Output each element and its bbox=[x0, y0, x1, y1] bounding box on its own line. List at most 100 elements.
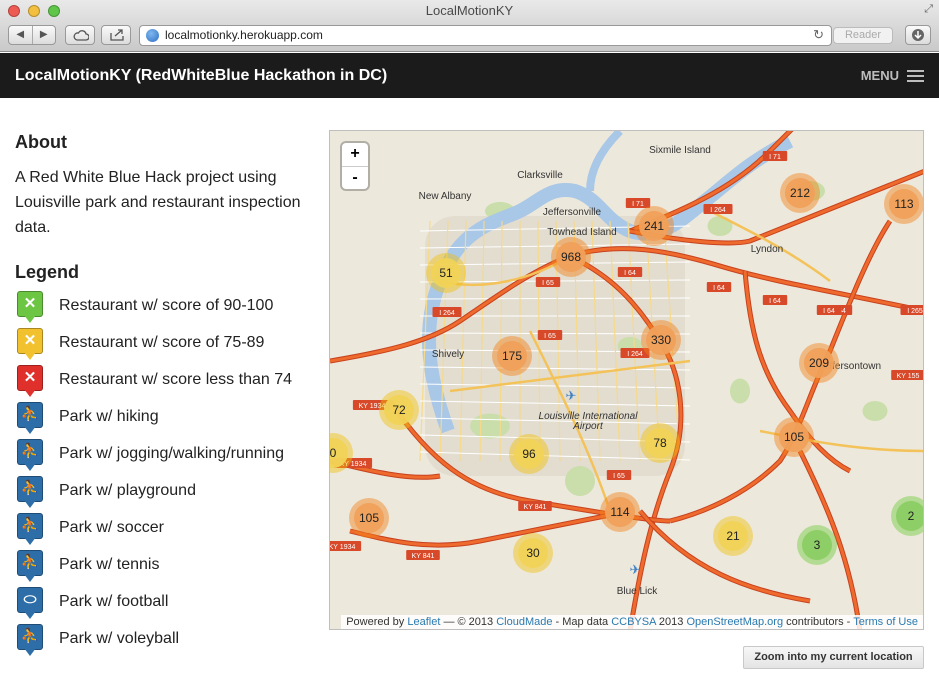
reader-button[interactable]: Reader bbox=[833, 27, 893, 44]
park-area bbox=[707, 216, 733, 236]
road-shield-label: I 65 bbox=[544, 333, 556, 340]
cluster-count: 0 bbox=[330, 446, 337, 460]
road-shield-label: I 264 bbox=[439, 310, 455, 317]
park-area bbox=[730, 378, 750, 404]
attribution-data: - Map data bbox=[555, 616, 609, 628]
cloudmade-link[interactable]: CloudMade bbox=[496, 616, 552, 628]
leaflet-link[interactable]: Leaflet bbox=[407, 616, 440, 628]
history-nav: ◀ ▶ bbox=[8, 25, 56, 45]
place-label: Jeffersonville bbox=[543, 207, 602, 218]
attribution-prefix: Powered by bbox=[346, 616, 405, 628]
legend-glyph: ✕ bbox=[23, 332, 37, 349]
zoom-in-button[interactable]: + bbox=[342, 143, 368, 166]
fullscreen-icon[interactable]: ⤢ bbox=[924, 3, 933, 16]
road-shield-label: I 264 bbox=[710, 207, 726, 214]
forward-button[interactable]: ▶ bbox=[31, 26, 56, 44]
cluster-count: 78 bbox=[653, 436, 667, 450]
ccbysa-link[interactable]: CCBYSA bbox=[611, 616, 656, 628]
cluster-count: 212 bbox=[790, 186, 810, 200]
cluster-count: 30 bbox=[526, 546, 540, 560]
legend-item: ✕ Restaurant w/ score less than 74 bbox=[15, 365, 315, 408]
app-title[interactable]: LocalMotionKY (RedWhiteBlue Hackathon in… bbox=[15, 53, 387, 98]
legend-list: ✕ Restaurant w/ score of 90-100 ✕ Restauran… bbox=[15, 291, 315, 667]
cluster-count: 105 bbox=[359, 511, 379, 525]
legend-label: Park w/ tennis bbox=[59, 556, 160, 573]
road-shield-label: I 264 bbox=[627, 351, 643, 358]
hiking-icon: ⛹ bbox=[15, 402, 45, 436]
jogging-icon: ⛹ bbox=[15, 439, 45, 473]
hamburger-icon bbox=[907, 69, 924, 82]
address-bar[interactable]: localmotionky.herokuapp.com ↻ bbox=[139, 25, 832, 46]
cluster-count: 21 bbox=[726, 529, 740, 543]
road-shield-label: KY 841 bbox=[412, 553, 435, 560]
restaurant-yellow-icon: ✕ bbox=[15, 328, 45, 362]
zoom-window-button[interactable] bbox=[48, 5, 60, 17]
legend-glyph: ⛹ bbox=[20, 628, 40, 645]
back-button[interactable]: ◀ bbox=[9, 26, 32, 44]
legend-label: Restaurant w/ score of 75-89 bbox=[59, 334, 265, 351]
about-heading: About bbox=[15, 132, 67, 152]
road-shield-label: KY 841 bbox=[524, 504, 547, 511]
cluster-count: 96 bbox=[522, 447, 536, 461]
cluster-count: 241 bbox=[644, 219, 664, 233]
minimize-window-button[interactable] bbox=[28, 5, 40, 17]
legend-item: ✕ Restaurant w/ score of 75-89 bbox=[15, 328, 315, 371]
legend-glyph: ⛹ bbox=[20, 443, 40, 460]
osm-link[interactable]: OpenStreetMap.org bbox=[686, 616, 783, 628]
restaurant-red-icon: ✕ bbox=[15, 365, 45, 399]
place-label: Towhead Island bbox=[547, 227, 617, 238]
attribution-year: 2013 bbox=[658, 616, 684, 628]
legend-item: ⛹ Park w/ jogging/walking/running bbox=[15, 439, 315, 482]
globe-icon bbox=[146, 29, 159, 42]
zoom-out-button[interactable]: - bbox=[342, 166, 368, 189]
cluster-count: 209 bbox=[809, 356, 829, 370]
cloud-icon bbox=[73, 30, 89, 41]
place-label: Shively bbox=[432, 349, 464, 360]
downloads-button[interactable] bbox=[905, 25, 931, 45]
download-icon bbox=[912, 29, 924, 41]
cluster-count: 2 bbox=[908, 509, 915, 523]
zoom-to-location-button[interactable]: Zoom into my current location bbox=[743, 646, 924, 669]
place-label: Clarksville bbox=[517, 170, 563, 181]
legend-item: ⬭ Park w/ football bbox=[15, 587, 315, 630]
cluster-count: 114 bbox=[610, 505, 629, 519]
road-shield-label: I 64 bbox=[823, 308, 835, 315]
close-window-button[interactable] bbox=[8, 5, 20, 17]
terms-link[interactable]: Terms of Use bbox=[853, 616, 918, 628]
football-icon: ⬭ bbox=[15, 587, 45, 621]
road-shield-label: I 65 bbox=[613, 473, 625, 480]
legend-glyph: ✕ bbox=[23, 295, 37, 312]
icloud-tabs-button[interactable] bbox=[65, 25, 95, 45]
cluster-count: 51 bbox=[439, 266, 453, 280]
playground-icon: ⛹ bbox=[15, 476, 45, 510]
menu-label: MENU bbox=[860, 68, 899, 83]
attribution-copyright: — © 2013 bbox=[443, 616, 494, 628]
volleyball-icon: ⛹ bbox=[15, 624, 45, 658]
legend-label: Park w/ soccer bbox=[59, 519, 164, 536]
browser-chrome: LocalMotionKY ⤢ ◀ ▶ localmotionky.heroku… bbox=[0, 0, 939, 52]
cluster-count: 72 bbox=[392, 403, 406, 417]
cluster-count: 330 bbox=[651, 333, 671, 347]
legend-label: Park w/ jogging/walking/running bbox=[59, 445, 285, 462]
reload-icon[interactable]: ↻ bbox=[813, 27, 824, 43]
place-label: Airport bbox=[572, 421, 604, 432]
cluster-count: 105 bbox=[784, 430, 804, 444]
map[interactable]: Sixmile Island Clarksville New Albany Jeffe… bbox=[329, 130, 924, 630]
cluster-count: 3 bbox=[814, 538, 821, 552]
road-shield-label: KY 155 bbox=[897, 373, 920, 380]
map-tiles[interactable]: Sixmile Island Clarksville New Albany Jeffe… bbox=[330, 131, 924, 630]
cluster-count: 113 bbox=[894, 197, 913, 211]
road-shield-label: I 265 bbox=[907, 308, 923, 315]
url-text: localmotionky.herokuapp.com bbox=[165, 28, 323, 42]
park-area bbox=[470, 413, 510, 439]
legend-label: Park w/ hiking bbox=[59, 408, 159, 425]
park-area bbox=[862, 401, 888, 421]
share-button[interactable] bbox=[101, 25, 131, 45]
zoom-control: + - bbox=[342, 143, 368, 189]
place-label: Blue Lick bbox=[617, 586, 659, 597]
restaurant-green-icon: ✕ bbox=[15, 291, 45, 325]
airport-icon: ✈ bbox=[566, 388, 577, 403]
legend-label: Restaurant w/ score of 90-100 bbox=[59, 297, 274, 314]
menu-button[interactable]: MENU bbox=[861, 53, 924, 98]
tennis-icon: ⛹ bbox=[15, 550, 45, 584]
